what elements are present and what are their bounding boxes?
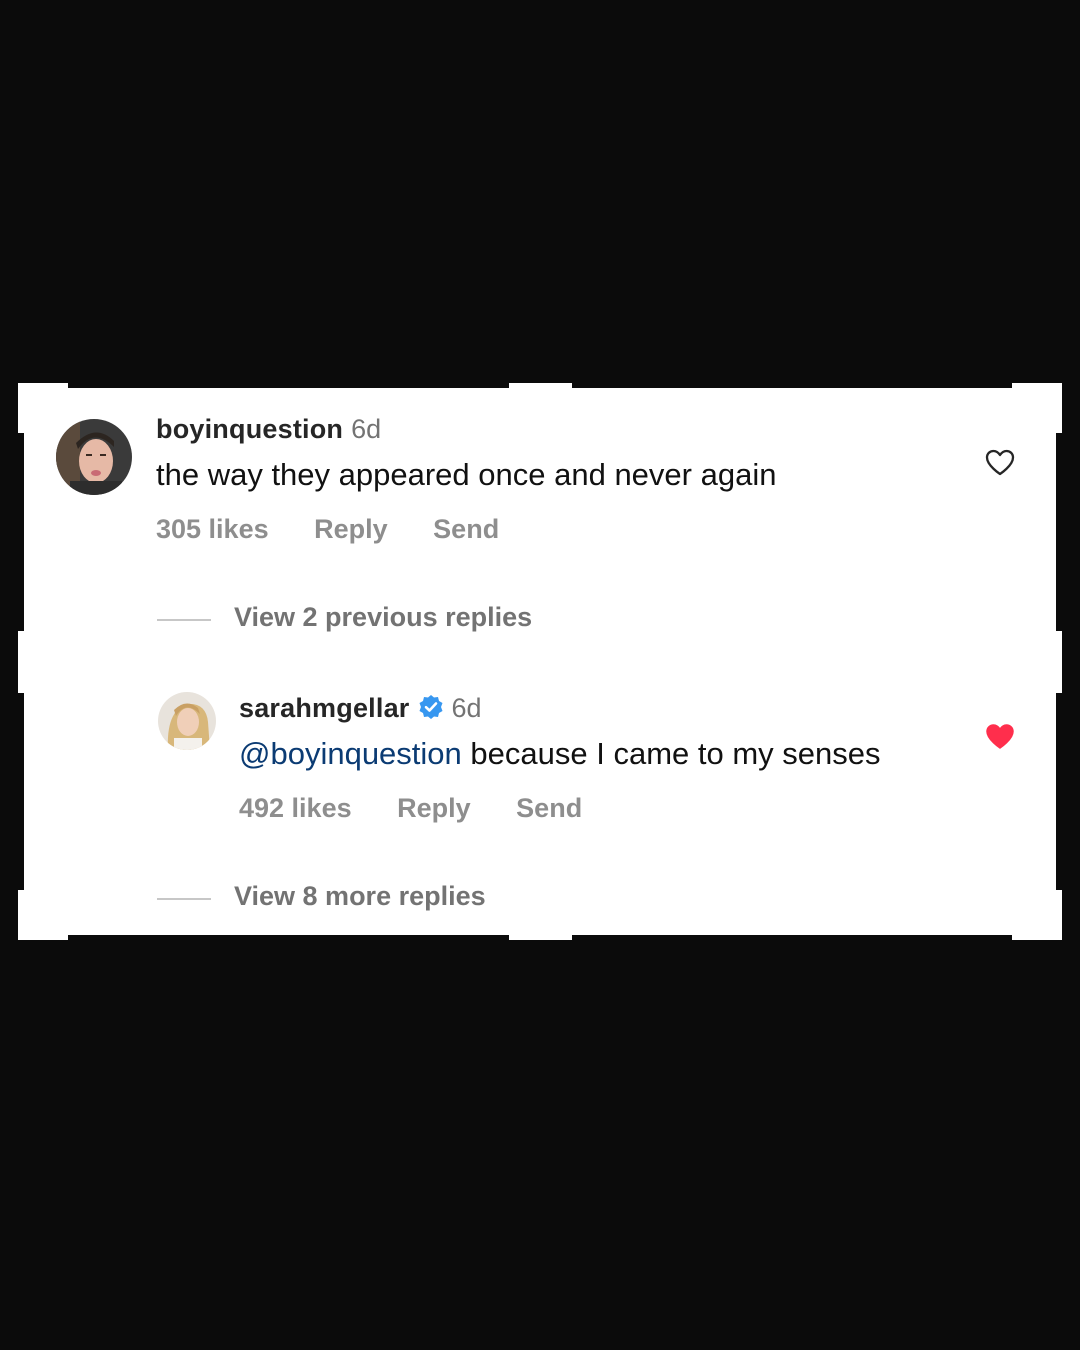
send-button[interactable]: Send [516,793,582,824]
reply-button[interactable]: Reply [314,514,388,545]
reply-button[interactable]: Reply [397,793,471,824]
comment-time: 6d [351,414,382,444]
reply-1: sarahmgellar 6d [239,693,482,725]
verified-badge-icon [418,694,444,725]
reply-time: 6d [451,693,482,723]
view-previous-replies[interactable]: View 2 previous replies [234,602,532,633]
replies-divider [157,619,211,621]
likes-count[interactable]: 492 likes [239,793,352,824]
mention-link[interactable]: @boyinquestion [239,736,462,771]
view-more-replies[interactable]: View 8 more replies [234,881,486,912]
reply-text: @boyinquestion because I came to my sens… [239,736,881,772]
avatar-boyinquestion[interactable] [56,419,132,495]
heart-filled-icon[interactable] [985,723,1015,755]
send-button[interactable]: Send [433,514,499,545]
reply-actions: 492 likes Reply Send [239,793,582,824]
reply-body: because I came to my senses [461,736,881,771]
comment-actions: 305 likes Reply Send [156,514,499,545]
comment-username[interactable]: boyinquestion [156,414,343,444]
likes-count[interactable]: 305 likes [156,514,269,545]
replies-divider [157,898,211,900]
comment-text: the way they appeared once and never aga… [156,457,777,492]
comment-1: boyinquestion 6d [156,414,381,445]
heart-outline-icon[interactable] [985,449,1015,481]
reply-username[interactable]: sarahmgellar [239,693,410,723]
avatar-sarahmgellar[interactable] [158,692,216,750]
